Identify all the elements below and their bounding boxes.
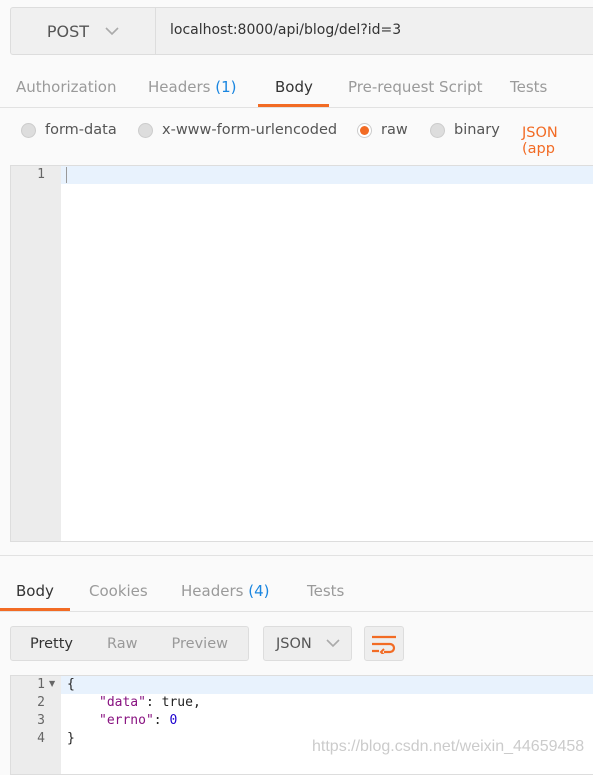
line-number: 1 bbox=[37, 167, 45, 182]
active-line bbox=[61, 166, 593, 184]
code-line: } bbox=[67, 731, 75, 746]
format-label: JSON bbox=[276, 635, 312, 652]
fold-arrow-icon[interactable]: ▼ bbox=[49, 679, 55, 688]
code-line: { bbox=[67, 677, 75, 692]
radio-label: x-www-form-urlencoded bbox=[162, 122, 338, 138]
preview-button[interactable]: Preview bbox=[172, 636, 228, 652]
tab-body[interactable]: Body bbox=[275, 78, 313, 96]
tab-pre-request-script[interactable]: Pre-request Script bbox=[348, 78, 483, 96]
radio-label: form-data bbox=[45, 122, 117, 138]
tab-label: Headers bbox=[148, 78, 211, 96]
radio-label: binary bbox=[454, 122, 500, 138]
radio-raw[interactable]: raw bbox=[357, 122, 408, 138]
tab-tests[interactable]: Tests bbox=[510, 78, 547, 96]
json-key: "data" bbox=[99, 695, 146, 710]
radio-icon bbox=[138, 122, 153, 138]
line-number: 3 bbox=[37, 713, 45, 728]
chevron-down-icon bbox=[326, 639, 340, 648]
raw-button[interactable]: Raw bbox=[107, 636, 138, 652]
content-type-select[interactable]: JSON (app bbox=[522, 125, 593, 157]
radio-binary[interactable]: binary bbox=[430, 122, 500, 138]
pretty-button[interactable]: Pretty bbox=[30, 636, 73, 652]
code-line: "errno": 0 bbox=[99, 713, 178, 728]
json-value: true bbox=[161, 695, 193, 710]
line-number: 2 bbox=[37, 695, 45, 710]
url-input[interactable]: localhost:8000/api/blog/del?id=3 bbox=[170, 22, 401, 38]
divider bbox=[0, 555, 593, 556]
response-tab-tests[interactable]: Tests bbox=[307, 582, 344, 600]
active-line bbox=[61, 676, 593, 694]
method-label: POST bbox=[46, 21, 90, 41]
cursor bbox=[66, 167, 67, 183]
json-key: "errno" bbox=[99, 713, 154, 728]
code-line: "data": true, bbox=[99, 695, 201, 710]
radio-label: raw bbox=[381, 122, 408, 138]
response-tab-cookies[interactable]: Cookies bbox=[89, 582, 148, 600]
wrap-icon bbox=[372, 635, 396, 654]
headers-count: (4) bbox=[248, 582, 270, 600]
line-number: 4 bbox=[37, 731, 45, 746]
radio-selected-icon bbox=[357, 122, 372, 138]
response-tab-body[interactable]: Body bbox=[16, 582, 54, 600]
radio-form-data[interactable]: form-data bbox=[21, 122, 117, 138]
url-bar: POST localhost:8000/api/blog/del?id=3 bbox=[10, 7, 593, 55]
gutter bbox=[11, 166, 61, 541]
tab-label: Headers bbox=[181, 582, 244, 600]
chevron-down-icon bbox=[105, 26, 119, 35]
line-number: 1 bbox=[37, 677, 45, 692]
radio-urlencoded[interactable]: x-www-form-urlencoded bbox=[138, 122, 337, 138]
radio-icon bbox=[430, 122, 445, 138]
tab-authorization[interactable]: Authorization bbox=[16, 78, 116, 96]
headers-count: (1) bbox=[215, 78, 237, 96]
json-value: 0 bbox=[169, 713, 178, 728]
view-mode-group: Pretty Raw Preview bbox=[10, 626, 249, 661]
request-body-editor[interactable]: 1 bbox=[10, 165, 593, 542]
format-select[interactable]: JSON bbox=[263, 626, 352, 661]
watermark: https://blog.csdn.net/weixin_44659458 bbox=[312, 738, 585, 755]
method-select[interactable]: POST bbox=[11, 8, 156, 54]
wrap-lines-button[interactable] bbox=[364, 626, 404, 661]
response-tab-headers[interactable]: Headers (4) bbox=[181, 582, 269, 600]
divider bbox=[0, 107, 593, 108]
tab-headers[interactable]: Headers (1) bbox=[148, 78, 236, 96]
radio-icon bbox=[21, 122, 36, 138]
response-body-viewer[interactable]: 1 ▼ 2 3 4 { "data": true, "errno": 0 } bbox=[10, 675, 593, 775]
divider bbox=[0, 611, 593, 612]
